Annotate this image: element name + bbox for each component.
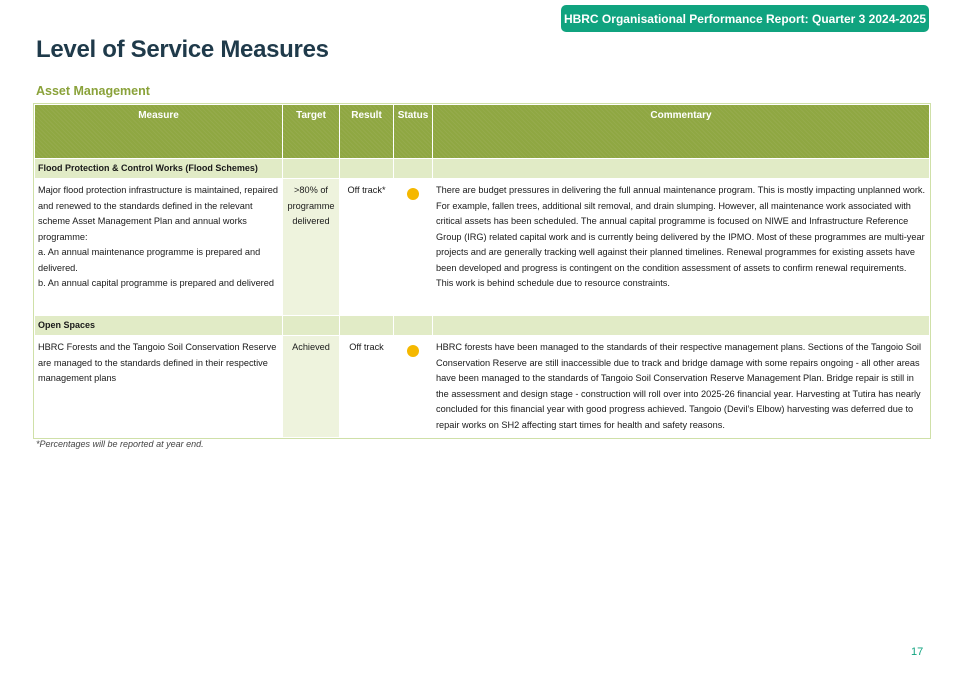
commentary-cell: There are budget pressures in delivering… <box>432 178 930 316</box>
section-title: Asset Management <box>36 84 150 98</box>
group-row-open-spaces: Open Spaces <box>34 315 930 336</box>
table-row: HBRC Forests and the Tangoio Soil Conser… <box>34 335 930 438</box>
column-header-measure: Measure <box>34 104 283 159</box>
group-label: Flood Protection & Control Works (Flood … <box>34 158 283 179</box>
result-cell: Off track* <box>339 178 394 316</box>
report-title-banner: HBRC Organisational Performance Report: … <box>561 5 929 32</box>
measures-table: Measure Target Result Status Commentary … <box>33 103 931 439</box>
measure-text: Major flood protection infrastructure is… <box>38 185 279 242</box>
measure-text: HBRC Forests and the Tangoio Soil Conser… <box>38 342 277 383</box>
column-header-target: Target <box>282 104 340 159</box>
status-amber-icon <box>407 345 419 357</box>
result-cell: Off track <box>339 335 394 438</box>
status-amber-icon <box>407 188 419 200</box>
measure-text: b. An annual capital programme is prepar… <box>38 278 274 288</box>
target-cell: >80% of programme delivered <box>282 178 340 316</box>
table-row: Major flood protection infrastructure is… <box>34 178 930 316</box>
target-cell: Achieved <box>282 335 340 438</box>
status-cell <box>393 335 433 438</box>
group-row-flood-protection: Flood Protection & Control Works (Flood … <box>34 158 930 179</box>
table-header-row: Measure Target Result Status Commentary <box>34 104 930 159</box>
page-number: 17 <box>911 646 924 658</box>
report-title: HBRC Organisational Performance Report: … <box>563 11 927 26</box>
column-header-status: Status <box>393 104 433 159</box>
commentary-cell: HBRC forests have been managed to the st… <box>432 335 930 438</box>
measure-text: a. An annual maintenance programme is pr… <box>38 247 261 273</box>
status-cell <box>393 178 433 316</box>
measure-cell: Major flood protection infrastructure is… <box>34 178 283 316</box>
measure-cell: HBRC Forests and the Tangoio Soil Conser… <box>34 335 283 438</box>
column-header-result: Result <box>339 104 394 159</box>
group-label: Open Spaces <box>34 315 283 336</box>
column-header-commentary: Commentary <box>432 104 930 159</box>
page-title: Level of Service Measures <box>36 36 329 63</box>
footnote: *Percentages will be reported at year en… <box>36 439 204 449</box>
